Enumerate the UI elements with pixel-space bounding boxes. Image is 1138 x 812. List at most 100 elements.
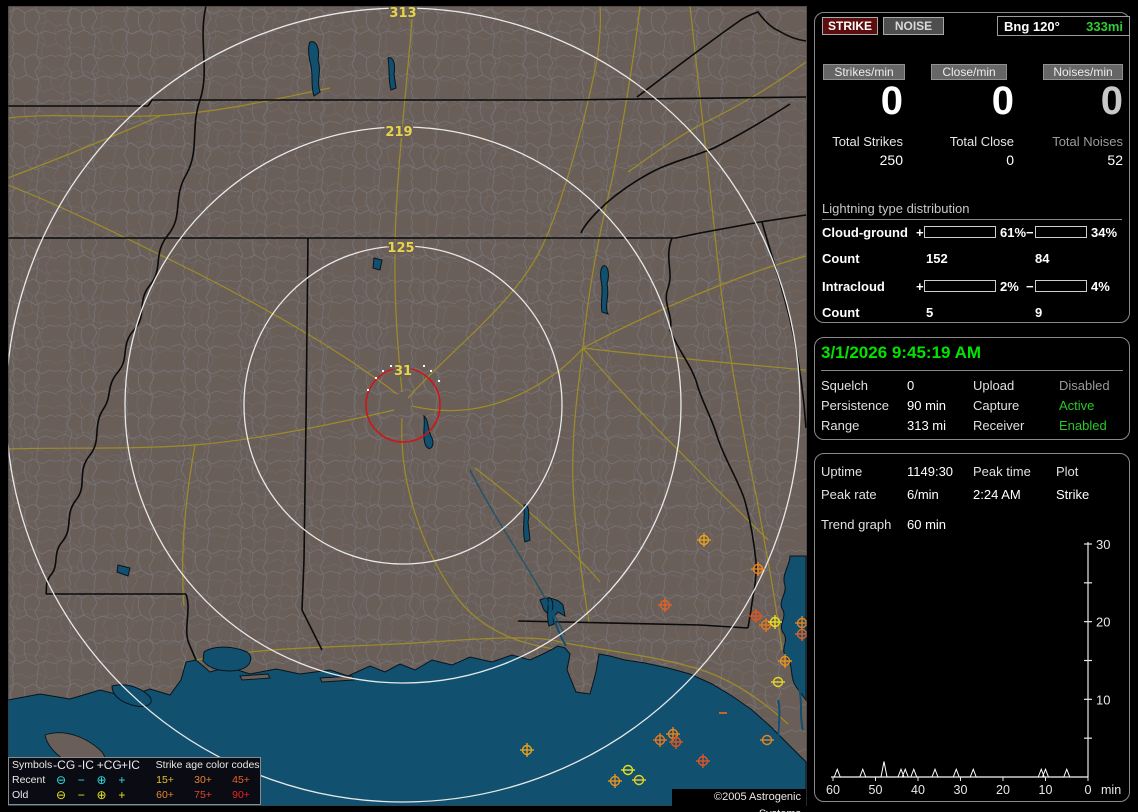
total-strikes-value: 250 [879,152,903,168]
cg-negative-count: 84 [1035,251,1050,266]
negative-sign: − [1026,225,1034,240]
total-noises-label: Total Noises [1052,134,1123,149]
cloud-ground-label: Cloud-ground [822,225,908,240]
range-label: Range [821,418,860,433]
capture-label: Capture [973,398,1020,413]
cg-positive-pct: 61% [1000,225,1027,240]
ic-positive-bar [924,280,996,292]
strike-mode-button[interactable]: STRIKE [822,17,878,35]
legend-col-cg-pos: +CG [96,758,122,772]
uptime-value: 1149:30 [907,464,954,479]
cg-negative-pct: 34% [1091,225,1118,240]
ic-count-label: Count [822,305,860,320]
legend-old-label: Old [12,789,29,801]
ic-positive-count: 5 [926,305,934,320]
status-panel: 3/1/2026 9:45:19 AM Squelch 0 Upload Dis… [814,337,1130,440]
noises-per-min-value: 0 [1100,79,1123,123]
range-value: 313 mi [907,418,947,433]
positive-sign: + [916,279,924,294]
datetime-display: 3/1/2026 9:45:19 AM [821,343,1123,371]
close-per-min-chip[interactable]: Close/min [931,64,1007,80]
capture-status: Active [1059,398,1095,413]
svg-text:20: 20 [1096,615,1110,630]
ic-negative-count: 9 [1035,305,1043,320]
upload-label: Upload [973,378,1015,393]
persistence-value: 90 min [907,398,947,413]
noise-mode-button[interactable]: NOISE [883,17,944,35]
noises-per-min-chip[interactable]: Noises/min [1043,64,1123,80]
plot-value: Strike [1056,487,1090,502]
copyright-label: ©2005 Astrogenic Systems [672,789,806,812]
bearing-range-value: 333mi [1086,18,1123,34]
cg-neg-recent-icon: ⊖ [55,773,66,787]
positive-sign: + [916,225,924,240]
cg-negative-bar [1035,226,1087,238]
cg-neg-old-icon: ⊖ [55,788,66,802]
svg-text:60: 60 [826,783,840,797]
negative-sign: − [1026,279,1034,294]
squelch-label: Squelch [821,378,868,393]
legend-col-ic-pos: +IC [120,758,140,772]
close-per-min-value: 0 [991,79,1014,123]
legend-col-ic-neg: -IC [77,758,94,772]
ic-negative-bar [1035,280,1087,292]
map-legend: Symbols -CG -IC +CG +IC Strike age color… [8,757,261,805]
legend-age-title: Strike age color codes [155,759,260,771]
cg-positive-count: 152 [926,251,948,266]
distribution-title: Lightning type distribution [822,201,1122,220]
svg-text:min: min [1101,783,1121,797]
svg-text:313: 313 [389,6,416,21]
peak-rate-value: 6/min [907,487,939,502]
svg-text:10: 10 [1039,783,1053,797]
intracloud-label: Intracloud [822,279,885,294]
ic-positive-pct: 2% [1000,279,1019,294]
receiver-status: Enabled [1059,418,1107,433]
ic-neg-recent-icon: − [77,773,85,787]
cg-count-label: Count [822,251,860,266]
bearing-label: Bng 120° [1004,18,1060,34]
total-close-value: 0 [1006,152,1014,168]
age-90: 90+ [232,789,250,801]
svg-text:219: 219 [385,125,412,140]
ic-neg-old-icon: − [77,788,85,802]
cg-positive-bar [924,226,996,238]
strikes-per-min-chip[interactable]: Strikes/min [823,64,905,80]
receiver-label: Receiver [973,418,1025,433]
peak-rate-label: Peak rate [821,487,877,502]
svg-text:10: 10 [1096,692,1110,707]
trend-panel: Uptime 1149:30 Peak time Plot Peak rate … [814,453,1130,802]
counters-panel: STRIKE NOISE Bng 120° 333mi Strikes/min … [814,12,1130,323]
bearing-readout: Bng 120° 333mi [997,16,1130,36]
ic-negative-pct: 4% [1091,279,1110,294]
strike-trend-chart: 10 20 30 60 50 40 30 20 10 0 min [826,537,1121,797]
legend-symbols-header: Symbols [12,759,53,771]
age-75: 75+ [194,789,212,801]
svg-text:30: 30 [1096,537,1110,552]
svg-text:40: 40 [911,783,925,797]
upload-status: Disabled [1059,378,1110,393]
svg-text:31: 31 [394,364,412,379]
svg-text:125: 125 [387,241,414,256]
legend-recent-label: Recent [12,774,46,786]
svg-text:30: 30 [954,783,968,797]
total-strikes-label: Total Strikes [832,134,903,149]
legend-col-cg-neg: -CG [53,758,76,772]
age-60: 60+ [156,789,174,801]
ic-pos-recent-icon: + [118,773,126,787]
trend-window-value: 60 min [907,517,947,532]
svg-text:20: 20 [996,783,1010,797]
age-30: 30+ [194,774,212,786]
app-window: { "map": { "land_color": "#6a5e58", "wat… [0,0,1138,812]
squelch-value: 0 [907,378,915,393]
cg-pos-recent-icon: ⊕ [96,773,107,787]
peak-time-label: Peak time [973,464,1031,479]
cg-pos-old-icon: ⊕ [96,788,107,802]
age-45: 45+ [232,774,250,786]
strikes-per-min-value: 0 [880,79,903,123]
trend-graph-label: Trend graph [821,517,892,532]
ic-pos-old-icon: + [118,788,126,802]
uptime-label: Uptime [821,464,863,479]
total-noises-value: 52 [1107,152,1123,168]
total-close-label: Total Close [949,134,1014,149]
persistence-label: Persistence [821,398,889,413]
